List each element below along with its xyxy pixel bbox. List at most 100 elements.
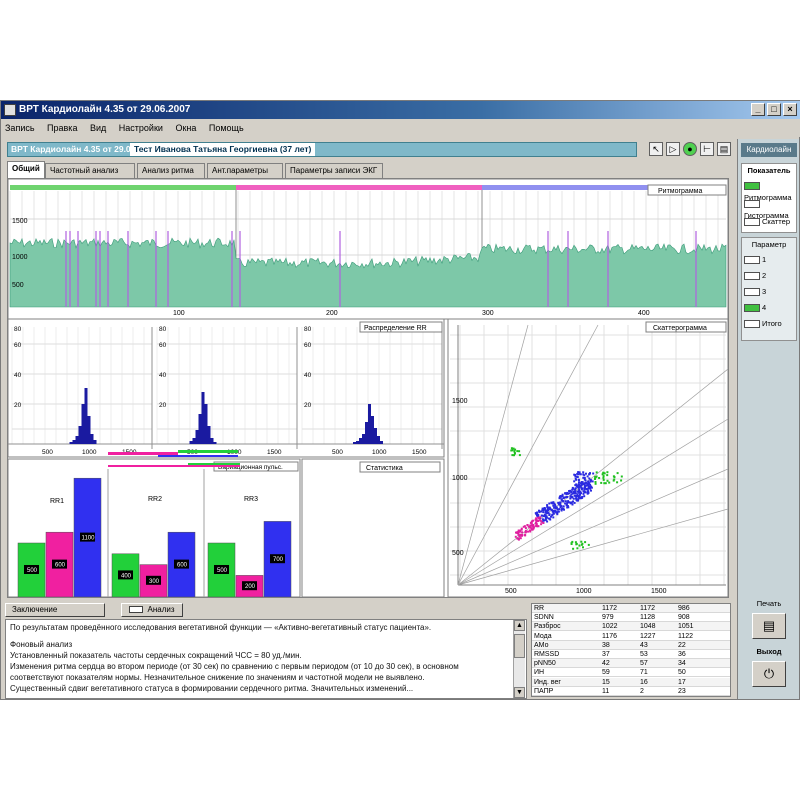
tab-ant-params[interactable]: Ант.параметры <box>207 163 283 178</box>
stats-row: RMSSD 37 53 36 <box>532 650 730 659</box>
menu-item-view[interactable]: Вид <box>90 123 106 133</box>
scroll-down-icon[interactable]: ▼ <box>514 687 525 698</box>
app-icon <box>4 104 16 116</box>
toggle-icon <box>744 304 760 313</box>
scroll-up-icon[interactable]: ▲ <box>514 620 525 631</box>
scatter-ytick-1: 1500 <box>452 398 468 405</box>
option-param-4[interactable]: 4 <box>744 302 798 314</box>
menu-item-windows[interactable]: Окна <box>175 123 196 133</box>
scatter-point <box>578 488 581 491</box>
scatter-point <box>592 472 595 475</box>
tab-rhythm[interactable]: Анализ ритма <box>137 163 205 178</box>
option-label: Скаттер <box>762 217 790 226</box>
scatter-point <box>580 540 583 543</box>
histogram-ytick: 60 <box>14 342 22 349</box>
scatter-point <box>608 481 611 484</box>
zoom-icon[interactable]: ● <box>683 142 697 156</box>
close-button[interactable]: × <box>783 103 797 116</box>
rhythm-ytick-3: 500 <box>12 282 24 289</box>
conclusion-text[interactable]: По результатам проведённого исследования… <box>5 619 527 699</box>
histogram-bar <box>192 438 196 444</box>
scatter-point <box>587 490 590 493</box>
scatter-point <box>583 486 586 489</box>
scroll-thumb[interactable] <box>514 634 525 658</box>
scatter-point <box>582 546 584 549</box>
mode-label: Анализ <box>147 605 175 614</box>
scatter-point <box>557 510 560 513</box>
scatter-point <box>569 502 572 505</box>
window-title: ВРТ Кардиолайн 4.35 от 29.06.2007 <box>19 104 191 115</box>
scatter-point <box>542 511 545 514</box>
scatter-point <box>580 496 583 499</box>
scatter-point <box>552 516 555 519</box>
scatter-point <box>532 525 535 528</box>
scatter-ytick-2: 1000 <box>452 475 468 482</box>
histogram-bar <box>195 430 199 444</box>
study-label: ВРТ Кардиолайн 4.35 от 29.06 <box>11 144 136 154</box>
menu-item-edit[interactable]: Правка <box>47 123 77 133</box>
analysis-mode-button[interactable]: Анализ <box>121 603 183 617</box>
ruler-icon[interactable]: ⊢ <box>700 142 714 156</box>
scatter-point <box>578 544 581 547</box>
bar-value-label: 400 <box>121 573 132 579</box>
scatter-point <box>587 480 590 483</box>
scatter-point <box>563 496 566 499</box>
option-param-total[interactable]: Итого <box>744 318 798 330</box>
menu-item-help[interactable]: Помощь <box>209 123 244 133</box>
scatter-point <box>580 483 583 486</box>
exit-button[interactable]: ⏻ <box>752 661 786 687</box>
option-param-2[interactable]: 2 <box>744 270 798 282</box>
stats-param-name: Инд. вег <box>534 678 561 686</box>
stats-value: 34 <box>678 660 686 668</box>
cardioline-button[interactable]: Кардиолайн <box>741 143 797 157</box>
tab-record-params[interactable]: Параметры записи ЭКГ <box>285 163 383 178</box>
histogram-xtick: 1500 <box>412 449 427 456</box>
parameter-group: Параметр 1 2 3 4 Итого <box>741 237 797 341</box>
scatter-point <box>510 449 513 452</box>
text-scrollbar[interactable]: ▲ ▼ <box>513 620 525 698</box>
stats-value: 2 <box>640 687 644 695</box>
scatter-point <box>554 510 557 513</box>
scatter-point <box>594 482 597 485</box>
bar-groups-panel: Вариационная пульс. 50060011004003006005… <box>7 458 301 598</box>
bar-group-label-2: RR2 <box>148 496 162 503</box>
bar-group-label-1: RR1 <box>50 498 64 505</box>
stats-value: 1172 <box>640 605 656 612</box>
stats-row: RR 1172 1172 986 <box>532 604 730 613</box>
scatter-point <box>600 481 603 484</box>
title-bar: ВРТ Кардиолайн 4.35 от 29.06.2007 _ □ × <box>1 101 800 119</box>
tab-frequency[interactable]: Частотный анализ <box>45 163 135 178</box>
scatter-point <box>579 491 582 493</box>
histogram-bar <box>78 426 82 444</box>
scatter-point <box>602 471 605 474</box>
maximize-button[interactable]: □ <box>767 103 781 116</box>
option-scatter[interactable]: Скаттер <box>744 216 798 228</box>
print-icon[interactable]: ▤ <box>717 142 731 156</box>
scatter-point <box>620 479 623 482</box>
stats-row: ПАПР 11 2 23 <box>532 687 730 696</box>
option-param-3[interactable]: 3 <box>744 286 798 298</box>
tab-general[interactable]: Общий <box>7 161 45 178</box>
cursor-icon[interactable]: ▷ <box>666 142 680 156</box>
option-rhythmogram[interactable]: Ритмограмма <box>744 180 798 202</box>
stats-value: 16 <box>640 678 648 686</box>
print-button[interactable]: ▤ <box>752 613 786 639</box>
indicator-group-title: Показатель <box>747 166 791 175</box>
scatter-point <box>563 508 565 511</box>
arrow-icon[interactable]: ↖ <box>649 142 663 156</box>
stats-value: 17 <box>678 678 686 686</box>
minimize-button[interactable]: _ <box>751 103 765 116</box>
application-window: ВРТ Кардиолайн 4.35 от 29.06.2007 _ □ × … <box>0 100 800 700</box>
summary-button[interactable]: Заключение <box>5 603 105 617</box>
option-histogram[interactable]: Гистограмма <box>744 198 798 220</box>
menu-item-record[interactable]: Запись <box>5 123 35 133</box>
option-param-1[interactable]: 1 <box>744 254 798 266</box>
scatter-xtick-1: 500 <box>505 588 517 595</box>
patient-header: ВРТ Кардиолайн 4.35 от 29.06 Тест Иванов… <box>1 139 736 159</box>
menu-item-settings[interactable]: Настройки <box>119 123 163 133</box>
histogram-bar <box>198 414 202 444</box>
histogram-bar <box>356 441 359 444</box>
patient-field[interactable]: ВРТ Кардиолайн 4.35 от 29.06 Тест Иванов… <box>7 142 637 157</box>
rhythm-xtick-1: 100 <box>173 310 185 317</box>
scatter-point <box>576 476 579 478</box>
